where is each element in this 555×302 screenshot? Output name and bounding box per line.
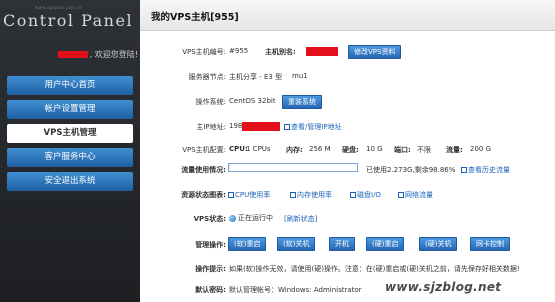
page-title: 我的VPS主机[955]	[151, 12, 239, 23]
mem-usage-link-text: 内存使用率	[297, 191, 332, 199]
node-label: 服务器节点:	[188, 73, 226, 81]
config-label: VPS主机配置:	[182, 146, 226, 154]
external-link-icon	[350, 192, 356, 198]
tips-text: 如果(软)操作无效，请使用(硬)操作。注意：在(硬)重启或(硬)关机之前，请先保…	[229, 265, 520, 273]
external-link-icon	[284, 124, 290, 130]
status-text: 正在运行中	[238, 214, 273, 222]
mem-label: 内存:	[286, 146, 303, 154]
external-link-icon	[228, 192, 234, 198]
network-traffic-link-text: 网络流量	[405, 191, 433, 199]
welcome-text: , 欢迎您登陆!	[89, 50, 138, 59]
disk-value: 10 G	[366, 145, 383, 153]
running-status-icon	[229, 214, 236, 222]
soft-reboot-button[interactable]: (软)重启	[228, 237, 267, 251]
welcome-message: , 欢迎您登陆!	[0, 49, 138, 60]
vps-id-value: #955	[229, 47, 249, 55]
site-watermark: www.sjzblog.net	[385, 280, 502, 294]
port-value: 不限	[417, 146, 431, 154]
external-link-icon	[290, 192, 296, 198]
network-traffic-link[interactable]: 网络流量	[398, 190, 433, 200]
modify-vps-button[interactable]: 修改VPS资料	[348, 45, 402, 59]
sidebar-item-account-settings[interactable]: 帐户设置管理	[7, 100, 133, 119]
redacted-alias	[306, 47, 338, 56]
history-traffic-link[interactable]: 查看历史流量	[461, 165, 510, 175]
content-header: 我的VPS主机[955]	[140, 0, 555, 31]
sidebar-item-home[interactable]: 用户中心首页	[7, 76, 133, 95]
logo-title: Control Panel	[3, 11, 134, 30]
sidebar-item-vps-management[interactable]: VPS主机管理	[7, 124, 133, 143]
sidebar: www.vpsplus.com.cn Control Panel , 欢迎您登陆…	[0, 0, 140, 302]
logo: www.vpsplus.com.cn Control Panel	[3, 5, 137, 33]
usage-label: 流量使用情况:	[181, 166, 226, 174]
traffic-label: 流量:	[446, 146, 463, 154]
port-label: 端口:	[394, 146, 411, 154]
traffic-value: 200 G	[470, 145, 492, 153]
cpu-label: CPU:	[229, 145, 248, 153]
node-code: mu1	[292, 72, 308, 80]
external-link-icon	[461, 167, 467, 173]
external-link-icon	[398, 192, 404, 198]
disk-io-link-text: 磁盘I/O	[357, 191, 381, 199]
hard-shutdown-button[interactable]: (硬)关机	[419, 237, 458, 251]
refresh-status-link[interactable]: [刷新状态]	[284, 214, 317, 224]
password-text: 默认管理帐号：Windows: Administrator	[229, 286, 362, 294]
history-traffic-link-text: 查看历史流量	[468, 166, 510, 174]
traffic-progress-fill	[229, 164, 231, 171]
disk-label: 硬盘:	[342, 146, 359, 154]
manage-ip-link-text: 查看/管理IP地址	[291, 123, 342, 131]
node-value: 主机分享 - E3 型	[229, 73, 283, 81]
redacted-ip	[242, 122, 280, 131]
tips-label: 操作提示:	[195, 265, 226, 273]
reinstall-os-button[interactable]: 重装系统	[282, 95, 322, 109]
os-label: 操作系统:	[195, 98, 226, 106]
vps-id-label: VPS主机编号:	[182, 48, 226, 56]
hard-reboot-button[interactable]: (硬)重启	[366, 237, 405, 251]
status-value: 正在运行中	[229, 213, 273, 223]
vps-alias-label: 主机别名:	[265, 48, 296, 56]
traffic-progress-bar	[228, 163, 358, 172]
cpu-usage-link-text: CPU使用率	[235, 191, 271, 199]
nic-control-button[interactable]: 网卡控制	[470, 237, 510, 251]
cpu-value: 1 CPUs	[246, 145, 271, 153]
soft-shutdown-button[interactable]: (软)关机	[277, 237, 316, 251]
cpu-usage-link[interactable]: CPU使用率	[228, 190, 270, 200]
status-label: VPS状态:	[193, 215, 226, 223]
manage-ip-link[interactable]: 查看/管理IP地址	[284, 122, 342, 132]
power-on-button[interactable]: 开机	[329, 237, 355, 251]
mem-usage-link[interactable]: 内存使用率	[290, 190, 332, 200]
redacted-username	[57, 51, 88, 58]
password-label: 默认密码:	[195, 286, 226, 294]
ip-label: 主IP地址:	[196, 123, 226, 131]
usage-text: 已使用2.273G,剩余98.86%	[366, 166, 456, 174]
sidebar-item-customer-service[interactable]: 客户服务中心	[7, 148, 133, 167]
disk-io-link[interactable]: 磁盘I/O	[350, 190, 381, 200]
mem-value: 256 M	[309, 145, 331, 153]
ops-label: 管理操作:	[195, 241, 226, 249]
sidebar-item-logout[interactable]: 安全退出系统	[7, 172, 133, 191]
logo-subtext: www.vpsplus.com.cn	[35, 5, 83, 10]
os-value: CentOS 32bit	[229, 97, 276, 105]
resource-label: 资源状态图表:	[181, 191, 226, 199]
ip-value: 198	[229, 122, 243, 130]
sidebar-nav: 用户中心首页 帐户设置管理 VPS主机管理 客户服务中心 安全退出系统	[7, 76, 133, 196]
